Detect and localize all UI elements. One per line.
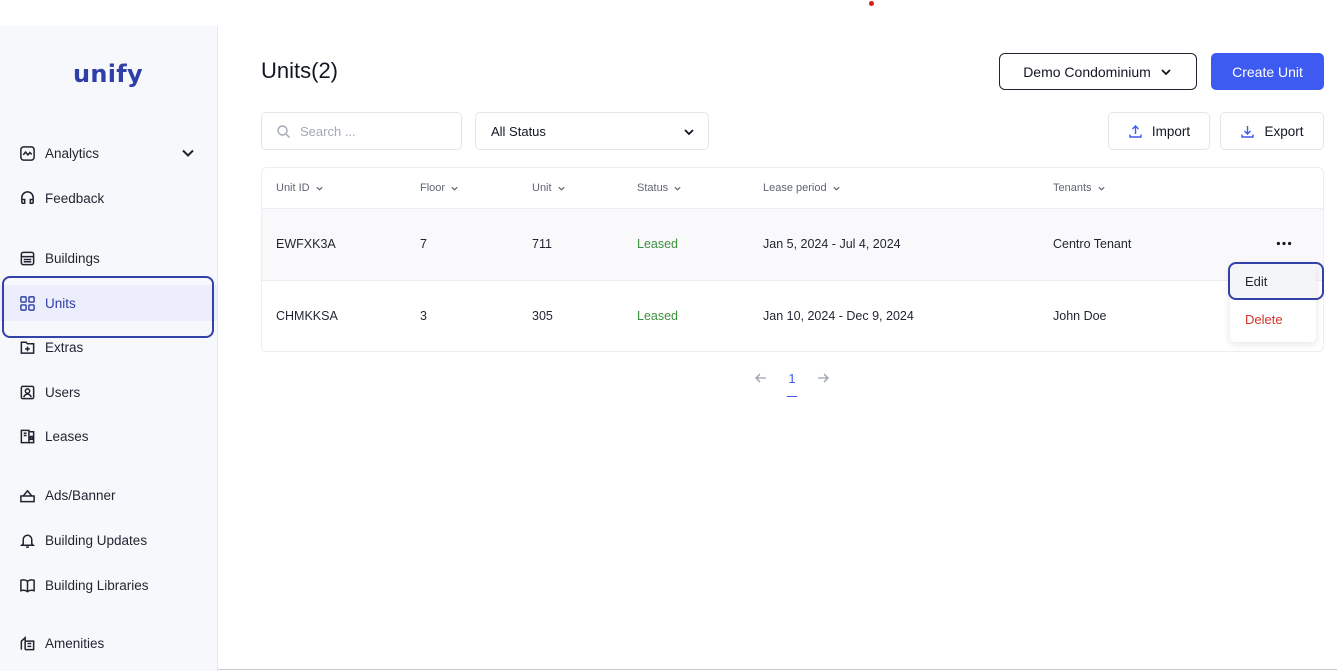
column-header-label: Unit: [532, 182, 552, 194]
chevron-down-icon: [832, 186, 840, 191]
search-icon: [277, 124, 290, 138]
sidebar: unify Analytics Feedback Buildings Units…: [0, 26, 218, 671]
column-header-status[interactable]: Status: [637, 182, 682, 194]
column-header-label: Unit ID: [276, 182, 310, 194]
book-icon: [18, 576, 36, 594]
column-header-tenants[interactable]: Tenants: [1053, 182, 1106, 194]
sidebar-item-leases[interactable]: Leases: [0, 418, 217, 454]
sidebar-item-label: Users: [45, 384, 81, 400]
pagination-page-1[interactable]: 1: [787, 371, 797, 386]
cell-floor: 3: [420, 309, 427, 323]
cell-lease-period: Jan 5, 2024 - Jul 4, 2024: [763, 237, 901, 251]
sidebar-item-units[interactable]: Units: [0, 285, 217, 321]
cell-unit-id: EWFXK3A: [276, 237, 336, 251]
lease-icon: [18, 427, 36, 445]
menu-item-edit[interactable]: Edit: [1230, 263, 1316, 299]
chevron-down-icon: [674, 186, 681, 191]
menu-item-delete[interactable]: Delete: [1230, 303, 1316, 335]
sidebar-item-feedback[interactable]: Feedback: [0, 180, 217, 216]
search-box[interactable]: [261, 112, 462, 150]
cell-floor: 7: [420, 237, 427, 251]
arrow-right-icon[interactable]: [816, 371, 830, 385]
cell-unit: 711: [532, 237, 552, 251]
status-filter-value: All Status: [491, 123, 546, 139]
chevron-down-icon: [684, 129, 694, 136]
sidebar-item-label: Building Libraries: [45, 577, 149, 593]
chevron-down-icon: [1097, 186, 1105, 191]
chevron-down-icon: [557, 186, 565, 191]
sidebar-item-label: Extras: [45, 339, 84, 355]
building-icon: [18, 249, 36, 267]
page-title: Units(2): [261, 58, 339, 83]
pagination-active-underline: [787, 396, 797, 397]
cell-tenants: Centro Tenant: [1053, 237, 1132, 251]
building-selector-dropdown[interactable]: Demo Condominium: [999, 53, 1197, 90]
sidebar-item-label: Units: [45, 295, 76, 311]
sidebar-item-label: Feedback: [45, 190, 105, 206]
more-actions-button[interactable]: [1274, 236, 1294, 250]
units-table: Unit ID Floor Unit Status Lease period T…: [261, 167, 1324, 352]
column-header-label: Lease period: [763, 182, 827, 194]
user-icon: [18, 383, 36, 401]
sidebar-item-ads-banner[interactable]: Ads/Banner: [0, 477, 217, 513]
cell-unit: 305: [532, 309, 553, 323]
cell-tenants: John Doe: [1053, 309, 1107, 323]
chevron-down-icon: [451, 186, 458, 191]
download-icon: [1241, 125, 1255, 138]
amenities-icon: [18, 634, 36, 652]
sidebar-item-extras[interactable]: Extras: [0, 329, 217, 365]
banner-icon: [18, 486, 36, 504]
column-header-label: Floor: [420, 182, 446, 194]
upload-icon: [1129, 124, 1142, 138]
sidebar-item-label: Analytics: [45, 145, 100, 161]
sidebar-item-analytics[interactable]: Analytics: [0, 135, 217, 171]
bell-icon: [18, 531, 36, 549]
status-filter-select[interactable]: All Status: [475, 112, 709, 150]
import-button[interactable]: Import: [1108, 112, 1210, 150]
sidebar-item-label: Ads/Banner: [45, 487, 116, 503]
red-dot: [869, 1, 874, 6]
column-header-unit[interactable]: Unit: [532, 182, 566, 194]
table-row[interactable]: EWFXK3A 7 711 Leased Jan 5, 2024 - Jul 4…: [262, 209, 1323, 280]
sidebar-item-label: Buildings: [45, 250, 100, 266]
search-input[interactable]: [300, 123, 440, 139]
import-label: Import: [1151, 123, 1191, 139]
chevron-down-icon[interactable]: [179, 144, 197, 162]
export-button[interactable]: Export: [1220, 112, 1324, 150]
chevron-down-icon: [316, 186, 323, 191]
status-badge: Leased: [637, 309, 679, 323]
column-header-label: Status: [637, 182, 669, 194]
chart-line-icon: [18, 144, 36, 162]
row-actions-menu: Edit Delete: [1230, 263, 1316, 342]
table-row[interactable]: CHMKKSA 3 305 Leased Jan 10, 2024 - Dec …: [262, 280, 1323, 351]
brand-logo[interactable]: unify: [73, 60, 143, 88]
create-unit-button[interactable]: Create Unit: [1211, 53, 1324, 90]
more-horizontal-icon: [1276, 241, 1292, 245]
sidebar-item-building-libraries[interactable]: Building Libraries: [0, 567, 217, 603]
cell-lease-period: Jan 10, 2024 - Dec 9, 2024: [763, 309, 914, 323]
status-badge: Leased: [637, 237, 679, 251]
sidebar-item-label: Building Updates: [45, 532, 148, 548]
sidebar-item-amenities[interactable]: Amenities: [0, 625, 217, 661]
export-label: Export: [1264, 123, 1304, 139]
column-header-lease-period[interactable]: Lease period: [763, 182, 841, 194]
sidebar-item-buildings[interactable]: Buildings: [0, 240, 217, 276]
cell-unit-id: CHMKKSA: [276, 309, 338, 323]
building-selector-label: Demo Condominium: [1023, 63, 1151, 80]
sidebar-item-users[interactable]: Users: [0, 374, 217, 410]
sidebar-item-building-updates[interactable]: Building Updates: [0, 522, 217, 558]
column-header-floor[interactable]: Floor: [420, 182, 459, 194]
column-header-label: Tenants: [1053, 182, 1092, 194]
plus-box-icon: [18, 338, 36, 356]
chevron-down-icon: [1161, 68, 1171, 75]
sidebar-item-label: Leases: [45, 428, 89, 444]
grid-icon: [18, 294, 36, 312]
sidebar-item-label: Amenities: [45, 635, 105, 651]
column-header-unit-id[interactable]: Unit ID: [276, 182, 324, 194]
bottom-divider: [218, 669, 1337, 670]
feedback-icon: [18, 189, 36, 207]
arrow-left-icon[interactable]: [754, 371, 768, 385]
